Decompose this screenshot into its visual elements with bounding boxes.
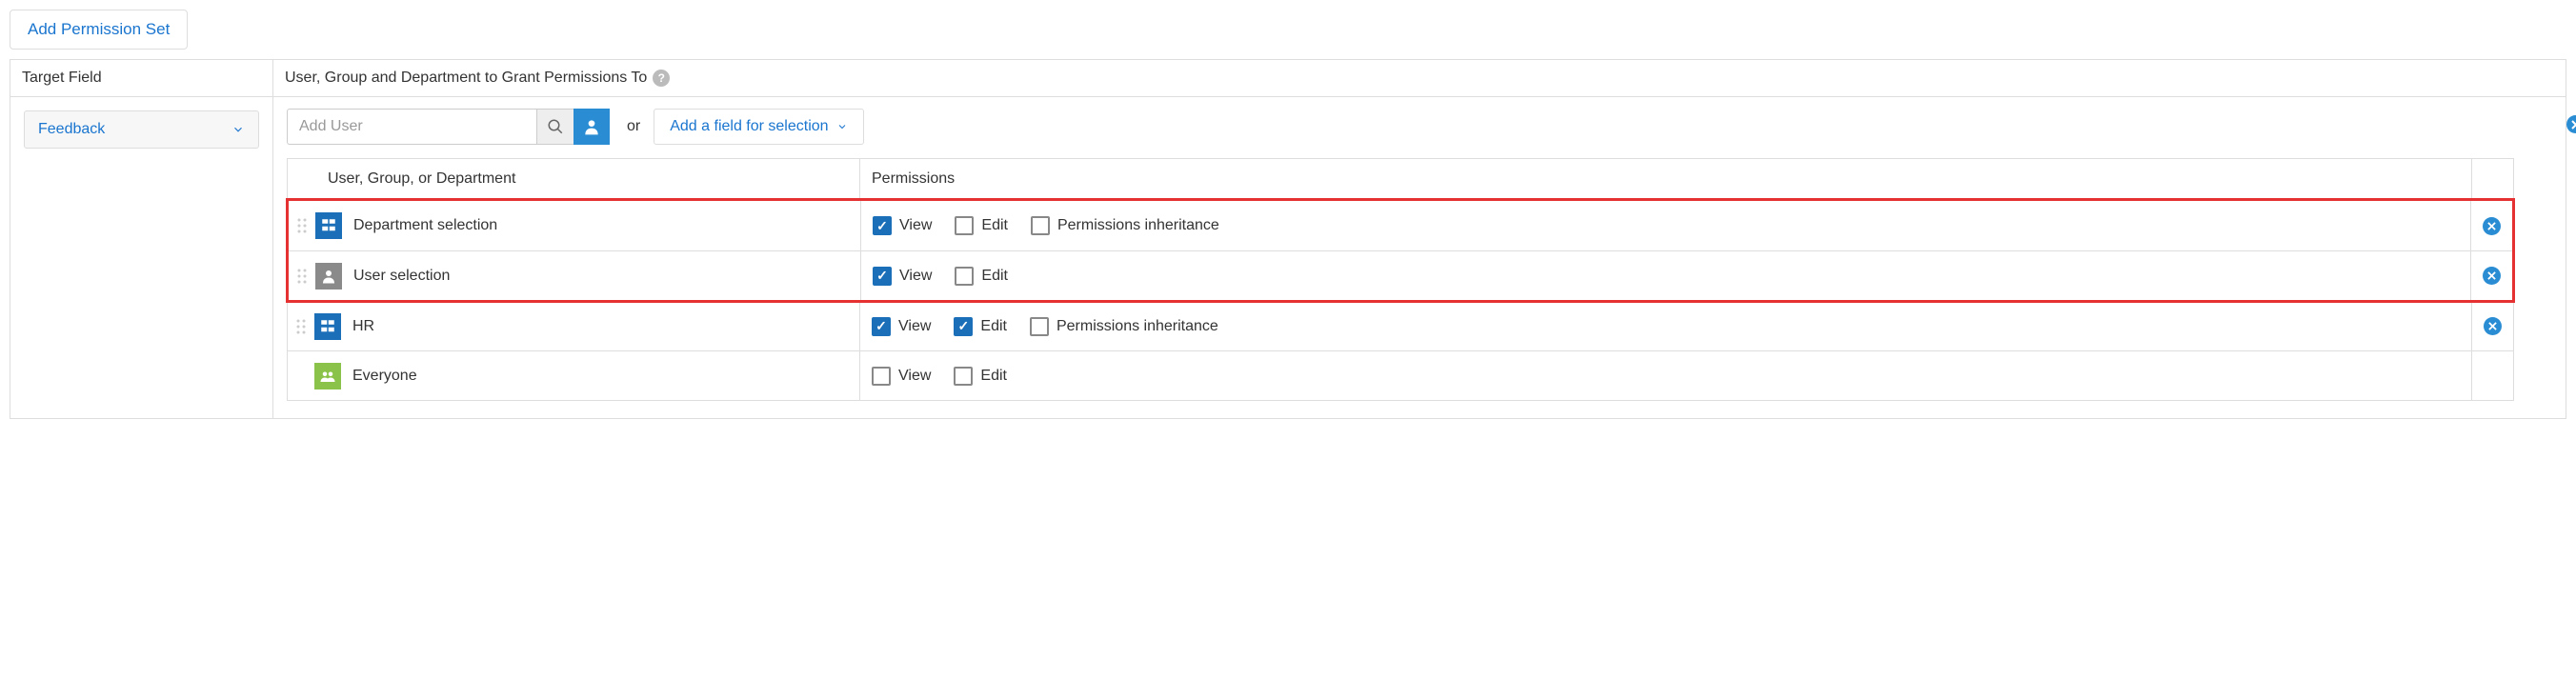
edit-permission: Edit [955, 267, 1008, 286]
inherit-permission: Permissions inheritance [1030, 317, 1218, 336]
table-row: HR View Edit Permissions inheritance [288, 301, 2513, 350]
view-permission: View [873, 267, 932, 286]
view-checkbox[interactable] [872, 367, 891, 386]
view-label: View [899, 217, 932, 234]
table-row: Everyone View Edit [288, 350, 2513, 400]
view-checkbox[interactable] [872, 317, 891, 336]
delete-cell-empty [2471, 351, 2513, 400]
user-picker-button[interactable] [574, 109, 610, 145]
view-permission: View [872, 367, 931, 386]
drag-handle-icon [296, 216, 308, 235]
drag-handle[interactable] [289, 267, 315, 286]
edit-permission: Edit [955, 216, 1008, 235]
view-permission: View [872, 317, 931, 336]
view-checkbox[interactable] [873, 267, 892, 286]
user-icon [582, 117, 601, 136]
permission-panel: Target Field Feedback User, Group and De… [10, 59, 2566, 419]
entity-cell: Everyone [314, 355, 859, 397]
permissions-table: User, Group, or Department Permissions D… [287, 158, 2514, 401]
inherit-label: Permissions inheritance [1057, 217, 1219, 234]
department-icon [314, 313, 341, 340]
edit-label: Edit [980, 318, 1007, 335]
entity-label: User selection [353, 268, 450, 285]
add-user-input[interactable] [287, 109, 536, 145]
view-label: View [898, 368, 931, 385]
grant-permissions-header-label: User, Group and Department to Grant Perm… [285, 70, 647, 87]
chevron-down-icon [836, 121, 848, 132]
entity-cell: HR [314, 306, 859, 348]
delete-row-button[interactable] [2483, 217, 2501, 235]
entity-label: Everyone [352, 368, 417, 385]
drag-handle-icon [295, 317, 307, 336]
edit-label: Edit [981, 268, 1008, 285]
target-field-selected-label: Feedback [38, 121, 105, 138]
edit-checkbox[interactable] [954, 317, 973, 336]
col-actions-header [2471, 159, 2513, 199]
user-icon [315, 263, 342, 290]
target-field-header: Target Field [10, 60, 272, 97]
target-field-column: Target Field Feedback [10, 60, 273, 418]
inherit-checkbox[interactable] [1030, 317, 1049, 336]
target-field-select[interactable]: Feedback [24, 110, 259, 149]
grant-permissions-header: User, Group and Department to Grant Perm… [273, 60, 2566, 97]
view-checkbox[interactable] [873, 216, 892, 235]
inherit-checkbox[interactable] [1031, 216, 1050, 235]
permissions-cell: View Edit [859, 351, 2471, 400]
view-label: View [899, 268, 932, 285]
add-field-label: Add a field for selection [670, 118, 828, 135]
edit-checkbox[interactable] [955, 216, 974, 235]
delete-row-button[interactable] [2484, 317, 2502, 335]
search-icon [547, 118, 564, 135]
edit-label: Edit [981, 217, 1008, 234]
add-field-for-selection-button[interactable]: Add a field for selection [654, 109, 863, 145]
table-header: User, Group, or Department Permissions [288, 159, 2513, 200]
delete-row-button[interactable] [2483, 267, 2501, 285]
everyone-icon [314, 363, 341, 389]
search-button[interactable] [536, 109, 574, 145]
permissions-cell: View Edit Permissions inheritance [859, 302, 2471, 350]
drag-handle-icon [296, 267, 308, 286]
department-icon [315, 212, 342, 239]
view-label: View [898, 318, 931, 335]
col-entity-header: User, Group, or Department [288, 159, 859, 199]
edit-checkbox[interactable] [954, 367, 973, 386]
edit-checkbox[interactable] [955, 267, 974, 286]
inherit-label: Permissions inheritance [1057, 318, 1218, 335]
entity-cell: Department selection [315, 205, 860, 247]
grant-permissions-column: User, Group and Department to Grant Perm… [273, 60, 2566, 418]
edit-permission: Edit [954, 367, 1007, 386]
edit-label: Edit [980, 368, 1007, 385]
drag-handle[interactable] [289, 216, 315, 235]
add-permission-set-button[interactable]: Add Permission Set [10, 10, 188, 50]
entity-cell: User selection [315, 255, 860, 297]
permissions-cell: View Edit [860, 251, 2470, 300]
col-permissions-header: Permissions [859, 159, 2471, 199]
entity-label: Department selection [353, 217, 497, 234]
table-row: Department selection View Edit Permissions … [289, 201, 2512, 250]
chevron-down-icon [231, 123, 245, 136]
inherit-permission: Permissions inheritance [1031, 216, 1219, 235]
remove-permission-set-button[interactable] [2566, 115, 2576, 133]
permissions-cell: View Edit Permissions inheritance [860, 201, 2470, 250]
drag-handle[interactable] [288, 317, 314, 336]
highlighted-rows: Department selection View Edit Permissions … [286, 198, 2515, 303]
edit-permission: Edit [954, 317, 1007, 336]
view-permission: View [873, 216, 932, 235]
or-label: or [627, 118, 640, 135]
help-icon[interactable]: ? [653, 70, 670, 87]
table-row: User selection View Edit [289, 250, 2512, 300]
entity-label: HR [352, 318, 374, 335]
target-field-header-label: Target Field [22, 70, 102, 87]
user-toolbar: or Add a field for selection [287, 109, 2552, 145]
